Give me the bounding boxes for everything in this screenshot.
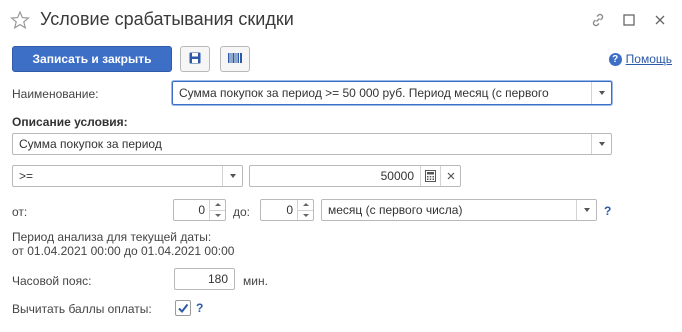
from-stepper[interactable]: 0 — [173, 199, 226, 221]
increment-icon — [302, 203, 309, 207]
close-icon[interactable] — [650, 10, 670, 30]
period-value: месяц (с первого числа) — [328, 203, 463, 217]
condition-type-dropdown-button[interactable] — [591, 134, 611, 154]
to-value: 0 — [286, 203, 293, 217]
condition-type-value: Сумма покупок за период — [19, 137, 162, 151]
analysis-period-label: Период анализа для текущей даты: — [12, 230, 212, 244]
timezone-field[interactable]: 180 — [174, 268, 235, 290]
period-select[interactable]: месяц (с первого числа) — [321, 199, 597, 221]
link-icon[interactable] — [588, 10, 608, 30]
save-and-close-button[interactable]: Записать и закрыть — [12, 46, 172, 72]
name-dropdown-button[interactable] — [591, 82, 611, 104]
deduct-points-help-icon[interactable]: ? — [196, 301, 203, 315]
help-icon: ? — [608, 52, 622, 66]
amount-value: 50000 — [380, 169, 414, 183]
checkmark-icon — [178, 303, 189, 314]
name-field[interactable]: Сумма покупок за период >= 50 000 руб. П… — [172, 81, 612, 105]
timezone-value: 180 — [207, 272, 228, 286]
to-stepper[interactable]: 0 — [260, 199, 314, 221]
decrement-icon — [302, 213, 309, 217]
calculator-button[interactable] — [420, 166, 440, 186]
chevron-down-icon — [598, 142, 605, 146]
deduct-points-label: Вычитать баллы оплаты: — [12, 302, 152, 316]
calculator-icon — [425, 170, 436, 182]
save-button[interactable] — [180, 46, 210, 72]
decrement-icon — [214, 213, 221, 217]
to-label: до: — [233, 205, 251, 219]
from-spinner[interactable] — [209, 200, 225, 220]
name-label: Наименование: — [12, 87, 99, 101]
period-dropdown-button[interactable] — [576, 200, 596, 220]
comparison-select[interactable]: >= — [12, 165, 243, 187]
timezone-unit: мин. — [243, 274, 268, 288]
help-link[interactable]: ? Помощь — [608, 52, 672, 66]
name-value: Сумма покупок за период >= 50 000 руб. П… — [179, 86, 549, 100]
comparison-value: >= — [19, 169, 34, 183]
from-label: от: — [12, 205, 28, 219]
increment-icon — [214, 203, 221, 207]
help-label[interactable]: Помощь — [626, 52, 672, 66]
from-value: 0 — [198, 203, 205, 217]
chevron-down-icon — [229, 174, 236, 178]
barcode-icon — [227, 52, 243, 67]
deduct-points-checkbox[interactable] — [175, 300, 191, 316]
chevron-down-icon — [583, 208, 590, 212]
amount-field[interactable]: 50000 — [249, 165, 461, 187]
floppy-disk-icon — [188, 51, 202, 68]
to-spinner[interactable] — [297, 200, 313, 220]
comparison-dropdown-button[interactable] — [222, 166, 242, 186]
maximize-icon[interactable] — [619, 10, 639, 30]
condition-type-select[interactable]: Сумма покупок за период — [12, 133, 612, 155]
clear-button[interactable] — [440, 166, 460, 186]
window-title: Условие срабатывания скидки — [40, 9, 294, 29]
chevron-down-icon — [598, 91, 605, 95]
analysis-period-range: от 01.04.2021 00:00 до 01.04.2021 00:00 — [12, 244, 235, 258]
period-help-icon[interactable]: ? — [604, 204, 611, 218]
clear-icon — [447, 172, 454, 180]
timezone-label: Часовой пояс: — [12, 274, 92, 288]
favorite-star-icon[interactable] — [10, 10, 30, 30]
description-label: Описание условия: — [12, 115, 128, 129]
barcode-button[interactable] — [220, 46, 250, 72]
